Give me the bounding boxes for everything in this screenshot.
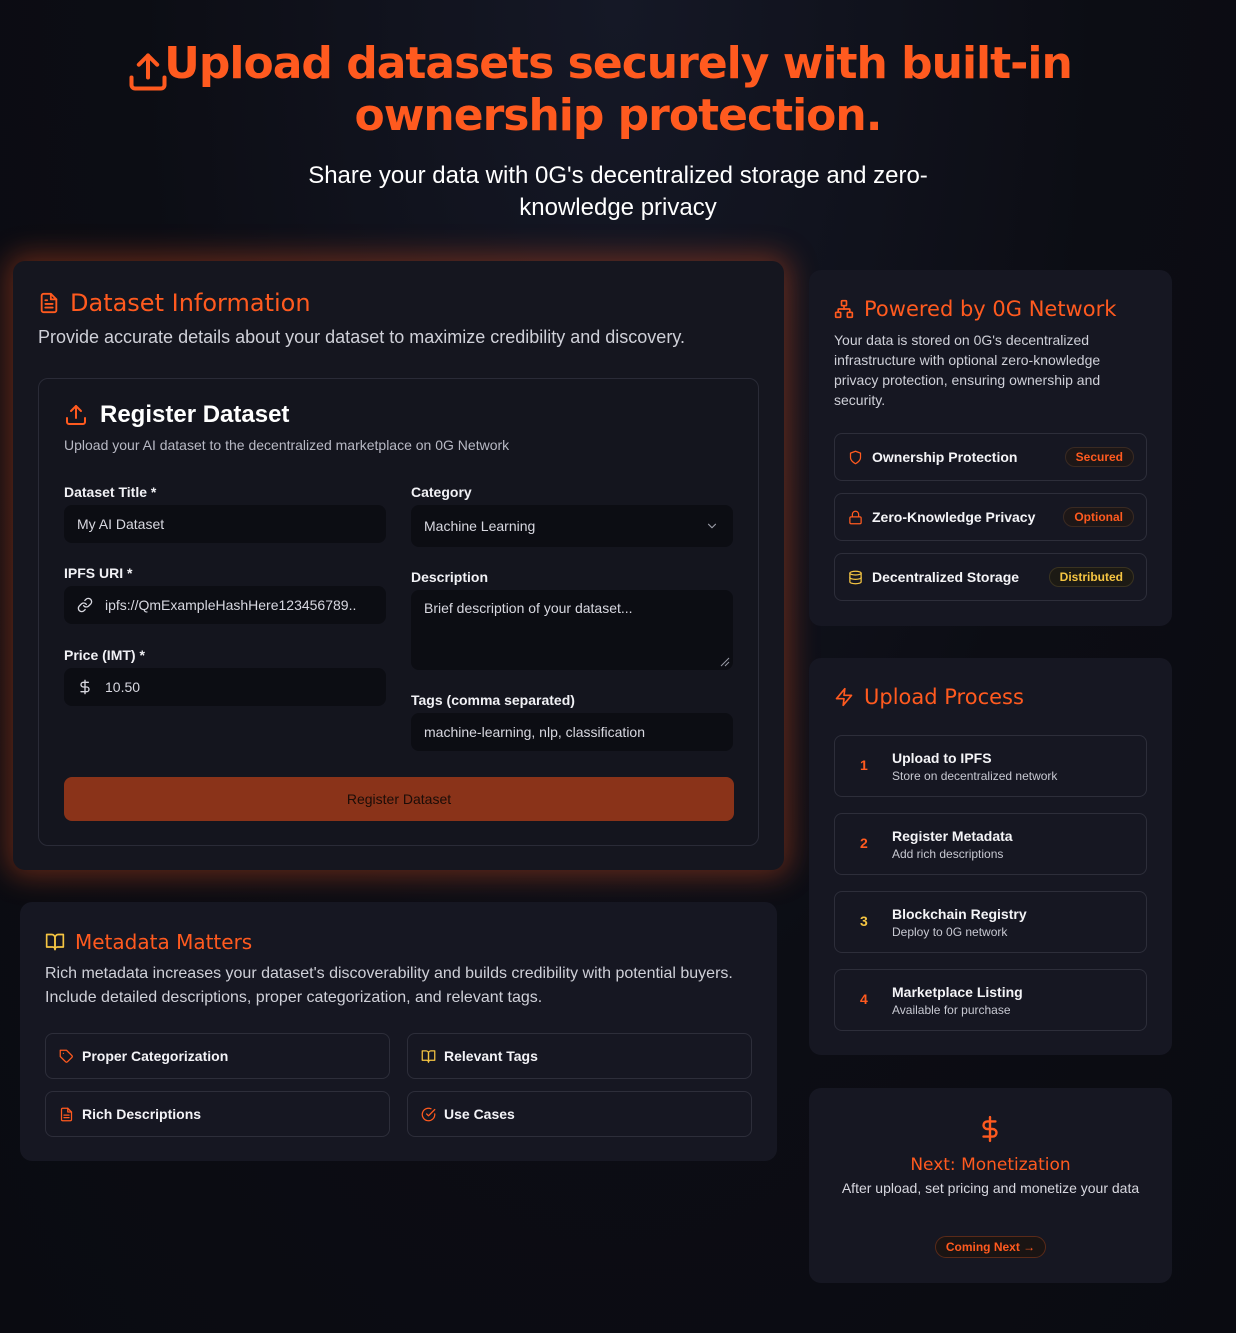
process-step: 2 Register Metadata Add rich description… (834, 813, 1147, 875)
category-selected-value: Machine Learning (424, 518, 536, 534)
register-dataset-form: Register Dataset Upload your AI dataset … (38, 378, 759, 846)
description-label: Description (411, 569, 489, 585)
description-placeholder: Brief description of your dataset... (424, 600, 633, 616)
process-step: 3 Blockchain Registry Deploy to 0G netwo… (834, 891, 1147, 953)
chip-label: Use Cases (444, 1106, 515, 1122)
upload-icon (66, 405, 86, 425)
dataset-information-title: Dataset Information (38, 289, 311, 317)
status-badge: Optional (1063, 507, 1134, 527)
description-textarea[interactable]: Brief description of your dataset... (411, 590, 733, 670)
status-badge: Distributed (1048, 567, 1134, 587)
next-monetization-title: Next: Monetization (910, 1155, 1071, 1175)
step-description: Deploy to 0G network (892, 925, 1008, 939)
check-circle-icon (421, 1107, 436, 1121)
chevron-down-icon (707, 523, 717, 529)
register-dataset-title-text: Register Dataset (100, 401, 290, 428)
register-dataset-subtitle: Upload your AI dataset to the decentrali… (64, 437, 510, 453)
dollar-icon (80, 679, 90, 695)
chip-proper-categorization: Proper Categorization (45, 1033, 390, 1079)
step-number: 4 (860, 991, 868, 1007)
metadata-matters-card: Metadata Matters Rich metadata increases… (20, 902, 777, 1161)
chip-label: Proper Categorization (82, 1048, 229, 1064)
dataset-information-card: Dataset Information Provide accurate det… (13, 261, 784, 870)
step-title: Register Metadata (892, 828, 1013, 844)
ipfs-uri-input[interactable]: ipfs://QmExampleHashHere123456789.. (64, 586, 386, 624)
upload-process-card: Upload Process 1 Upload to IPFS Store on… (809, 658, 1172, 1055)
hero-subtitle: Share your data with 0G's decentralized … (308, 162, 928, 221)
document-icon (40, 292, 58, 314)
step-number: 1 (860, 757, 868, 773)
shield-icon (849, 450, 862, 464)
metadata-matters-description: Rich metadata increases your dataset's d… (45, 965, 733, 1006)
link-icon (77, 597, 93, 613)
metadata-matters-title-text: Metadata Matters (75, 930, 253, 954)
hero-title: Upload datasets securely with built-in o… (68, 38, 1168, 142)
chip-relevant-tags: Relevant Tags (407, 1033, 752, 1079)
category-select[interactable]: Machine Learning (411, 505, 733, 547)
step-description: Add rich descriptions (892, 847, 1004, 861)
ipfs-uri-placeholder: ipfs://QmExampleHashHere123456789.. (105, 597, 357, 613)
next-monetization-card: Next: Monetization After upload, set pri… (809, 1088, 1172, 1283)
hero-section: Upload datasets securely with built-in o… (0, 38, 1236, 224)
step-number: 3 (860, 913, 868, 929)
book-open-icon (45, 933, 65, 951)
step-title: Blockchain Registry (892, 906, 1027, 922)
powered-by-title-text: Powered by 0G Network (864, 297, 1117, 321)
step-title: Marketplace Listing (892, 984, 1023, 1000)
powered-by-card: Powered by 0G Network Your data is store… (809, 270, 1172, 626)
dataset-information-title-text: Dataset Information (70, 289, 311, 317)
category-label: Category (411, 484, 472, 500)
feature-zero-knowledge-privacy: Zero-Knowledge Privacy Optional (834, 493, 1147, 541)
dataset-title-placeholder: My AI Dataset (77, 516, 165, 532)
document-icon (60, 1107, 73, 1121)
process-step: 1 Upload to IPFS Store on decentralized … (834, 735, 1147, 797)
metadata-matters-title: Metadata Matters (45, 930, 252, 954)
register-dataset-title: Register Dataset (64, 401, 289, 429)
status-badge: Secured (1064, 447, 1134, 467)
chip-use-cases: Use Cases (407, 1091, 752, 1137)
process-step: 4 Marketplace Listing Available for purc… (834, 969, 1147, 1031)
chip-label: Relevant Tags (444, 1048, 538, 1064)
feature-label: Ownership Protection (872, 449, 1018, 465)
feature-ownership-protection: Ownership Protection Secured (834, 433, 1147, 481)
tags-label: Tags (comma separated) (411, 692, 575, 708)
coming-next-button[interactable]: Coming Next → (935, 1236, 1046, 1258)
lock-icon (849, 510, 862, 524)
database-icon (849, 570, 862, 584)
resize-handle-icon[interactable] (720, 657, 730, 667)
book-open-icon (421, 1049, 436, 1063)
upload-process-title-text: Upload Process (864, 685, 1024, 709)
dataset-title-input[interactable]: My AI Dataset (64, 505, 386, 543)
upload-icon (129, 53, 167, 91)
ipfs-uri-label: IPFS URI * (64, 565, 133, 581)
dataset-title-label: Dataset Title * (64, 484, 157, 500)
price-input[interactable]: 10.50 (64, 668, 386, 706)
hero-title-text: Upload datasets securely with built-in o… (164, 38, 1073, 141)
feature-label: Decentralized Storage (872, 569, 1020, 585)
step-description: Available for purchase (892, 1003, 1011, 1017)
network-icon (834, 299, 854, 319)
feature-decentralized-storage: Decentralized Storage Distributed (834, 553, 1147, 601)
feature-label: Zero-Knowledge Privacy (872, 509, 1036, 525)
tags-input[interactable]: machine-learning, nlp, classification (411, 713, 733, 751)
next-monetization-description: After upload, set pricing and monetize y… (841, 1180, 1140, 1196)
powered-by-title: Powered by 0G Network (834, 297, 1116, 321)
chip-rich-descriptions: Rich Descriptions (45, 1091, 390, 1137)
upload-process-title: Upload Process (834, 685, 1024, 709)
step-title: Upload to IPFS (892, 750, 992, 766)
dollar-icon (982, 1115, 998, 1143)
lightning-icon (835, 687, 853, 707)
price-label: Price (IMT) * (64, 647, 145, 663)
step-description: Store on decentralized network (892, 769, 1058, 783)
step-number: 2 (860, 835, 868, 851)
chip-label: Rich Descriptions (82, 1106, 202, 1122)
powered-by-description: Your data is stored on 0G's decentralize… (834, 332, 1101, 408)
tags-placeholder: machine-learning, nlp, classification (424, 724, 645, 740)
tag-icon (59, 1049, 73, 1063)
dataset-information-description: Provide accurate details about your data… (38, 327, 685, 347)
price-value: 10.50 (105, 679, 141, 695)
register-dataset-button[interactable]: Register Dataset (64, 777, 734, 821)
